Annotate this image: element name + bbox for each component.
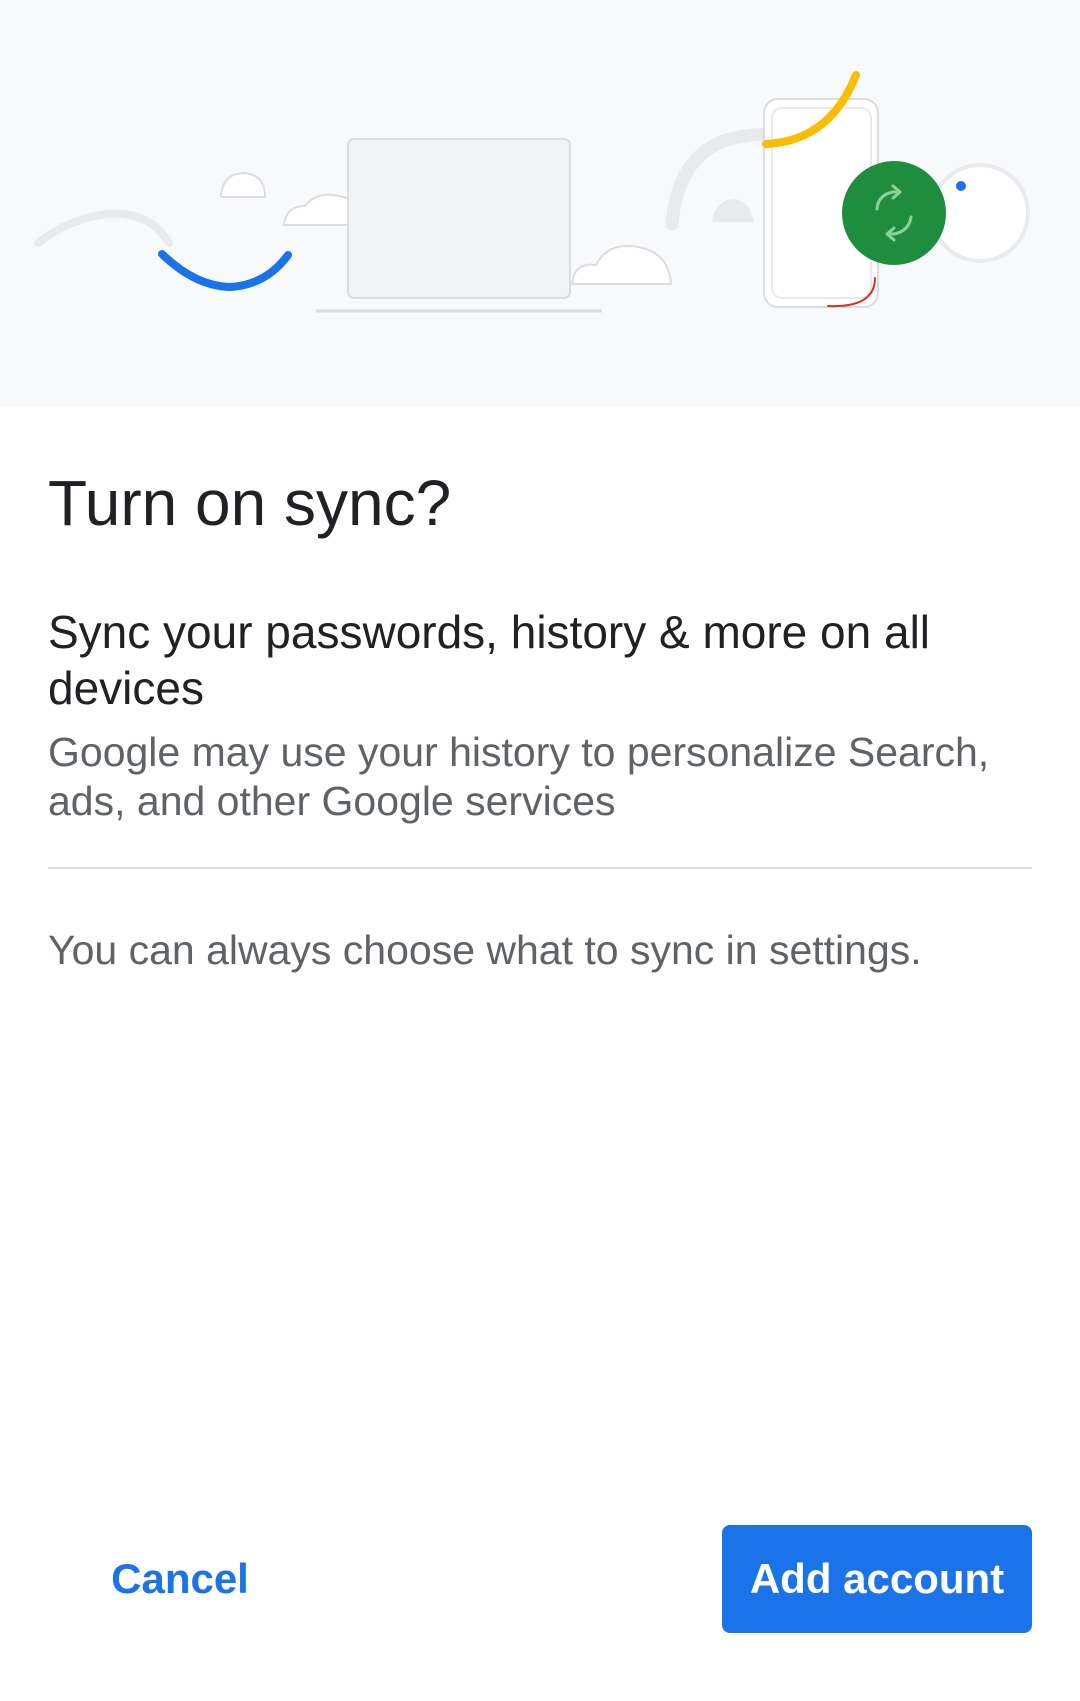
- sync-illustration-svg: [34, 71, 1030, 313]
- sync-dialog-screen: Turn on sync? Sync your passwords, histo…: [0, 0, 1080, 1701]
- blue-wave: [158, 250, 292, 292]
- sync-illustration: [0, 0, 1080, 407]
- personalization-notice: Google may use your history to personali…: [48, 729, 990, 824]
- gray-circle: [930, 163, 1030, 263]
- laptop-icon: [316, 138, 602, 313]
- add-account-button[interactable]: Add account: [722, 1525, 1032, 1633]
- blue-dot: [956, 181, 966, 191]
- settings-note: You can always choose what to sync in se…: [48, 927, 922, 973]
- gray-half-circle: [712, 199, 754, 222]
- content-divider: [48, 867, 1032, 869]
- dialog-title: Turn on sync?: [48, 467, 452, 539]
- sync-icon: [842, 161, 946, 265]
- gray-wave-left: [34, 209, 173, 247]
- cancel-button[interactable]: Cancel: [88, 1525, 272, 1633]
- cloud-icon-3: [570, 244, 673, 285]
- cloud-icon: [219, 171, 267, 198]
- dialog-content: Turn on sync? Sync your passwords, histo…: [48, 460, 1032, 826]
- sync-description-heading: Sync your passwords, history & more on a…: [48, 606, 931, 714]
- dialog-actions: Cancel Add account: [0, 1525, 1080, 1633]
